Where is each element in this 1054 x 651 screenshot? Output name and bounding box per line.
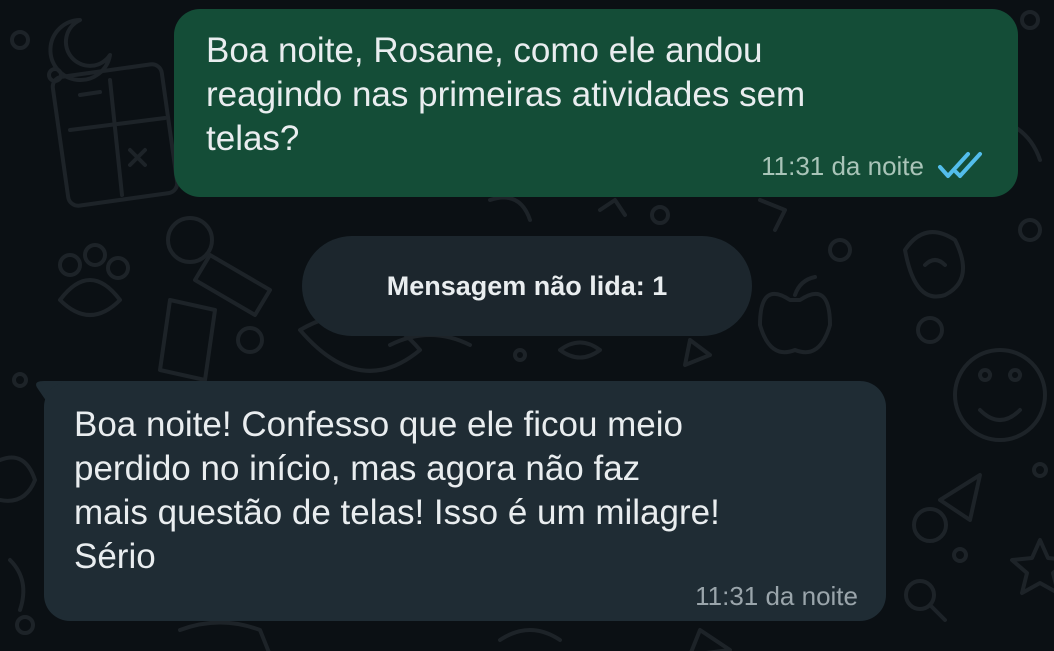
outgoing-message-meta: 11:31 da noite xyxy=(761,151,992,181)
unread-messages-label: Mensagem não lida: 1 xyxy=(386,270,668,301)
unread-messages-divider: Mensagem não lida: 1 xyxy=(302,236,752,336)
incoming-message-meta: 11:31 da noite xyxy=(695,581,858,611)
outgoing-message-bubble[interactable]: Boa noite, Rosane, como ele andou reagin… xyxy=(174,9,1018,197)
outgoing-message-text: Boa noite, Rosane, como ele andou reagin… xyxy=(206,31,806,158)
outgoing-message-time: 11:31 da noite xyxy=(761,151,924,181)
incoming-message-bubble[interactable]: Boa noite! Confesso que ele ficou meio p… xyxy=(44,381,886,621)
incoming-message-text: Boa noite! Confesso que ele ficou meio p… xyxy=(74,405,720,576)
incoming-message-time: 11:31 da noite xyxy=(695,581,858,611)
double-check-read-icon xyxy=(938,152,982,178)
